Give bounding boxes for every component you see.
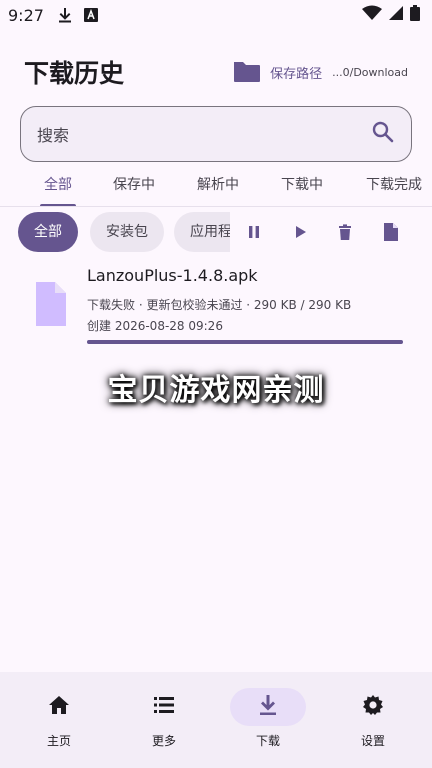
download-status: 下载失败 · 更新包校验未通过 · 290 KB / 290 KB xyxy=(87,298,352,312)
tab-all[interactable]: 全部 xyxy=(34,168,82,208)
nav-settings[interactable]: 设置 xyxy=(319,672,427,768)
delete-icon[interactable] xyxy=(333,220,357,244)
page-title: 下载历史 xyxy=(24,59,125,88)
bottom-nav: 主页 更多 下载 设置 xyxy=(0,672,432,768)
save-path-button[interactable]: 保存路径 ...0/Download xyxy=(232,60,408,84)
filter-chips: 全部 安装包 应用程序 xyxy=(18,212,230,252)
tab-parsing[interactable]: 解析中 xyxy=(190,168,246,208)
status-bar: 9:27 xyxy=(0,0,432,30)
chip-apps[interactable]: 应用程序 xyxy=(174,212,230,252)
chip-packages[interactable]: 安装包 xyxy=(90,212,164,252)
progress-fill xyxy=(87,340,403,344)
file-icon[interactable] xyxy=(379,220,403,244)
folder-icon xyxy=(232,60,262,84)
nav-home-label: 主页 xyxy=(46,734,71,748)
nav-more-label: 更多 xyxy=(151,734,176,748)
list-icon xyxy=(153,695,175,719)
chip-all[interactable]: 全部 xyxy=(18,212,78,252)
save-path-label: 保存路径 xyxy=(270,66,323,82)
tab-downloading[interactable]: 下载中 xyxy=(274,168,330,208)
status-time: 9:27 xyxy=(8,5,44,25)
tab-completed[interactable]: 下载完成 xyxy=(358,168,432,208)
filter-row: 全部 安装包 应用程序 xyxy=(0,212,432,252)
status-tabs: 全部 保存中 解析中 下载中 下载完成 xyxy=(0,168,432,208)
file-icon xyxy=(36,282,66,326)
pause-icon[interactable] xyxy=(242,220,266,244)
search-icon[interactable] xyxy=(371,120,395,148)
home-icon xyxy=(48,695,70,719)
tab-saving[interactable]: 保存中 xyxy=(106,168,162,208)
watermark-text: 宝贝游戏网亲测 xyxy=(107,373,325,408)
signal-icon xyxy=(388,5,404,25)
wifi-icon xyxy=(362,5,382,25)
created-time: 创建 2026-08-28 09:26 xyxy=(87,319,223,333)
download-icon xyxy=(258,694,278,720)
nav-downloads-label: 下载 xyxy=(255,734,280,748)
file-name: LanzouPlus-1.4.8.apk xyxy=(87,266,258,285)
play-icon[interactable] xyxy=(288,220,312,244)
download-icon xyxy=(58,7,72,23)
nav-settings-label: 设置 xyxy=(360,734,385,748)
settings-icon xyxy=(362,694,384,720)
battery-icon xyxy=(410,5,420,25)
nav-more[interactable]: 更多 xyxy=(110,672,218,768)
nav-downloads[interactable]: 下载 xyxy=(214,672,322,768)
font-a-icon xyxy=(83,7,98,23)
app-header: 下载历史 保存路径 ...0/Download xyxy=(0,50,432,94)
download-item[interactable]: LanzouPlus-1.4.8.apk 下载失败 · 更新包校验未通过 · 2… xyxy=(0,262,432,346)
progress-track xyxy=(87,340,403,344)
search-bar[interactable]: 搜索 xyxy=(20,106,412,162)
nav-home[interactable]: 主页 xyxy=(5,672,113,768)
save-path-value: ...0/Download xyxy=(332,65,408,79)
search-input[interactable]: 搜索 xyxy=(37,122,371,146)
tabs-divider xyxy=(0,206,432,207)
nav-active-indicator xyxy=(230,688,306,726)
